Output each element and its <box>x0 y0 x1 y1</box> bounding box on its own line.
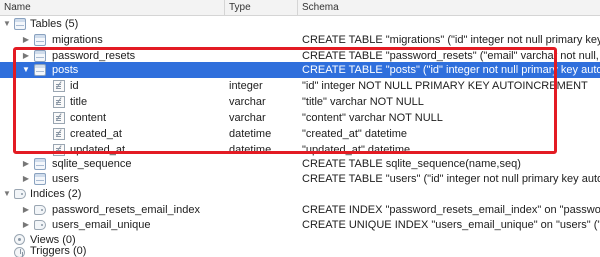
index-name: users_email_unique <box>52 219 151 231</box>
group-label: Indices (2) <box>30 188 82 200</box>
column-schema: "created_at" datetime <box>302 128 408 140</box>
group-label: Triggers (0) <box>30 246 87 257</box>
disclosure-collapsed-icon[interactable]: ▶ <box>21 156 31 172</box>
column-header: Name Type Schema <box>0 0 600 16</box>
table-schema: CREATE TABLE "users" ("id" integer not n… <box>302 173 600 185</box>
table-row-users[interactable]: ▶ users CREATE TABLE "users" ("id" integ… <box>0 171 600 187</box>
column-icon <box>53 96 65 108</box>
index-tag-icon <box>34 205 46 215</box>
index-name: password_resets_email_index <box>52 204 200 216</box>
column-row-content[interactable]: content varchar "content" varchar NOT NU… <box>0 110 600 126</box>
column-type: varchar <box>229 96 266 108</box>
tree-group-tables[interactable]: ▼ Tables (5) <box>0 16 600 32</box>
disclosure-collapsed-icon[interactable]: ▶ <box>21 202 31 218</box>
column-row-title[interactable]: title varchar "title" varchar NOT NULL <box>0 94 600 110</box>
table-name: sqlite_sequence <box>52 158 132 170</box>
column-row-created-at[interactable]: created_at datetime "created_at" datetim… <box>0 126 600 142</box>
index-row-users-email-unique[interactable]: ▶ users_email_unique CREATE UNIQUE INDEX… <box>0 217 600 233</box>
table-name: posts <box>52 64 79 76</box>
tree-group-indices[interactable]: ▼ Indices (2) <box>0 186 600 202</box>
index-tag-icon <box>34 220 46 230</box>
column-schema: "id" integer NOT NULL PRIMARY KEY AUTOIN… <box>302 80 588 92</box>
table-icon <box>34 64 46 76</box>
column-type: varchar <box>229 112 266 124</box>
header-schema[interactable]: Schema <box>298 0 600 16</box>
trigger-clock-icon <box>14 247 25 257</box>
table-icon <box>34 173 46 185</box>
table-row-sqlite-sequence[interactable]: ▶ sqlite_sequence CREATE TABLE sqlite_se… <box>0 156 600 172</box>
table-schema: CREATE TABLE "migrations" ("id" integer … <box>302 34 600 46</box>
column-row-id[interactable]: id integer "id" integer NOT NULL PRIMARY… <box>0 78 600 94</box>
disclosure-collapsed-icon[interactable]: ▶ <box>21 32 31 48</box>
column-icon <box>53 144 65 156</box>
column-name: created_at <box>70 128 122 140</box>
header-type[interactable]: Type <box>225 0 298 16</box>
tables-folder-icon <box>14 18 26 30</box>
view-eye-icon <box>14 234 25 245</box>
disclosure-collapsed-icon[interactable]: ▶ <box>21 171 31 187</box>
index-row-password-resets-email-index[interactable]: ▶ password_resets_email_index CREATE IND… <box>0 202 600 218</box>
column-name: id <box>70 80 79 92</box>
table-name: users <box>52 173 79 185</box>
table-icon <box>34 158 46 170</box>
table-schema: CREATE TABLE "posts" ("id" integer not n… <box>302 64 600 76</box>
disclosure-expanded-icon[interactable]: ▼ <box>2 186 12 202</box>
table-icon <box>34 50 46 62</box>
index-schema: CREATE INDEX "password_resets_email_inde… <box>302 204 600 216</box>
column-schema: "title" varchar NOT NULL <box>302 96 424 108</box>
table-row-posts[interactable]: ▼ posts CREATE TABLE "posts" ("id" integ… <box>0 62 600 78</box>
table-row-migrations[interactable]: ▶ migrations CREATE TABLE "migrations" (… <box>0 32 600 48</box>
index-tag-icon <box>14 189 26 199</box>
table-name: migrations <box>52 34 103 46</box>
column-name: content <box>70 112 107 124</box>
column-icon <box>53 112 65 124</box>
column-icon <box>53 128 65 140</box>
column-icon <box>53 80 65 92</box>
tree-group-triggers[interactable]: Triggers (0) <box>0 246 600 257</box>
column-type: datetime <box>229 128 272 140</box>
group-label: Tables (5) <box>30 18 79 30</box>
disclosure-expanded-icon[interactable]: ▼ <box>2 16 12 32</box>
table-icon <box>34 34 46 46</box>
table-schema: CREATE TABLE sqlite_sequence(name,seq) <box>302 158 521 170</box>
column-type: integer <box>229 80 263 92</box>
index-schema: CREATE UNIQUE INDEX "users_email_unique"… <box>302 219 600 231</box>
disclosure-collapsed-icon[interactable]: ▶ <box>21 217 31 233</box>
header-name[interactable]: Name <box>0 0 225 16</box>
column-name: title <box>70 96 88 108</box>
column-schema: "content" varchar NOT NULL <box>302 112 443 124</box>
disclosure-expanded-icon[interactable]: ▼ <box>21 62 31 78</box>
